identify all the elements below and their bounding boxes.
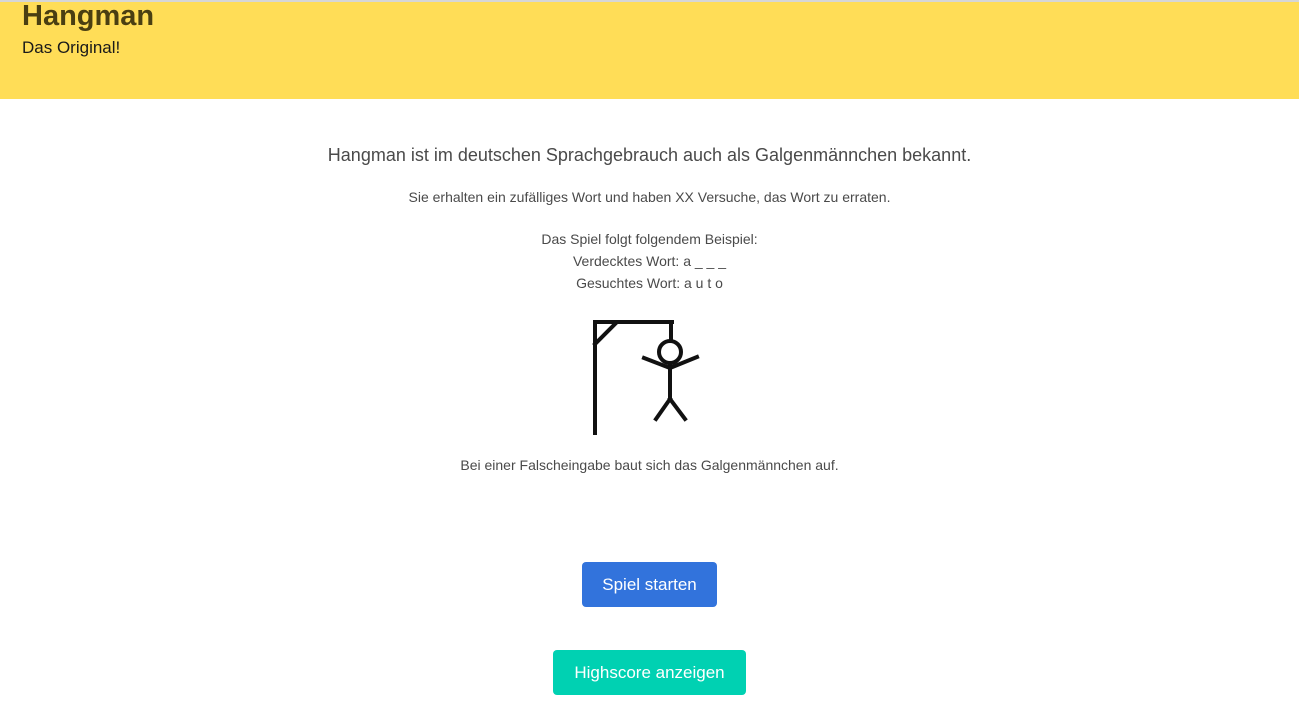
start-game-button[interactable]: Spiel starten — [582, 562, 717, 607]
figure-right-leg — [667, 396, 688, 422]
page-subtitle: Das Original! — [22, 38, 121, 57]
figure-left-leg — [653, 396, 673, 422]
example-heading: Das Spiel folgt folgendem Beispiel: — [541, 231, 758, 247]
show-highscore-button[interactable]: Highscore anzeigen — [553, 650, 746, 695]
example-block: Das Spiel folgt folgendem Beispiel: Verd… — [0, 228, 1299, 294]
intro-description: Sie erhalten ein zufälliges Wort und hab… — [408, 189, 891, 205]
figure-head — [657, 339, 683, 365]
wrong-guess-note: Bei einer Falscheingabe baut sich das Ga… — [460, 457, 839, 473]
example-hidden-word: Verdecktes Wort: a _ _ _ — [572, 253, 727, 269]
gallows-brace — [592, 320, 619, 347]
page-title: Hangman — [22, 0, 155, 32]
hangman-gallows-icon — [592, 320, 700, 435]
intro-lead-text: Hangman ist im deutschen Sprachgebrauch … — [327, 145, 972, 165]
header-banner: Hangman Das Original! — [0, 0, 1299, 99]
example-searched-word: Gesuchtes Wort: a u t o — [576, 275, 723, 291]
